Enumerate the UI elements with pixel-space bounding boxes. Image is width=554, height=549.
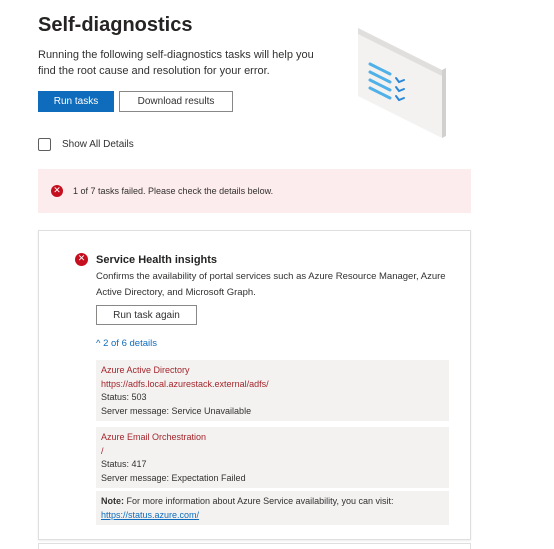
run-tasks-button[interactable]: Run tasks bbox=[38, 91, 114, 112]
failure-alert: ✕ 1 of 7 tasks failed. Please check the … bbox=[38, 169, 471, 213]
detail-item: Azure Active Directory https://adfs.loca… bbox=[96, 360, 449, 421]
diagnostics-illustration bbox=[358, 28, 446, 138]
page-description: Running the following self-diagnostics t… bbox=[38, 49, 314, 77]
detail-status: Status: 417 bbox=[101, 459, 147, 470]
note-label: Note: bbox=[101, 496, 124, 506]
detail-name: Azure Active Directory bbox=[101, 365, 190, 375]
show-all-details-label: Show All Details bbox=[62, 139, 134, 150]
next-task-card bbox=[38, 543, 471, 549]
show-all-details-option[interactable]: Show All Details bbox=[38, 138, 134, 151]
task-title: Service Health insights bbox=[96, 253, 218, 266]
detail-status: Status: 503 bbox=[101, 392, 147, 403]
task-header: ✕ Service Health insights bbox=[75, 253, 217, 266]
detail-url: / bbox=[101, 445, 104, 456]
detail-message: Server message: Expectation Failed bbox=[101, 472, 246, 483]
note-box: Note: For more information about Azure S… bbox=[96, 491, 449, 525]
detail-name: Azure Email Orchestration bbox=[101, 432, 207, 442]
page-title: Self-diagnostics bbox=[38, 14, 193, 36]
error-icon: ✕ bbox=[75, 253, 88, 266]
task-description: Confirms the availability of portal serv… bbox=[96, 271, 446, 298]
task-card: ✕ Service Health insights Confirms the a… bbox=[38, 230, 471, 540]
details-toggle[interactable]: ^ 2 of 6 details bbox=[96, 338, 157, 349]
download-results-button[interactable]: Download results bbox=[119, 91, 233, 112]
note-text: For more information about Azure Service… bbox=[126, 496, 394, 506]
detail-item: Azure Email Orchestration / Status: 417 … bbox=[96, 427, 449, 488]
show-all-details-checkbox[interactable] bbox=[38, 138, 51, 151]
detail-message: Server message: Service Unavailable bbox=[101, 405, 252, 416]
azure-status-link[interactable]: https://status.azure.com/ bbox=[101, 510, 199, 520]
detail-url: https://adfs.local.azurestack.external/a… bbox=[101, 378, 269, 389]
run-task-again-button[interactable]: Run task again bbox=[96, 305, 197, 325]
error-icon: ✕ bbox=[51, 185, 63, 197]
alert-text: 1 of 7 tasks failed. Please check the de… bbox=[73, 186, 274, 196]
